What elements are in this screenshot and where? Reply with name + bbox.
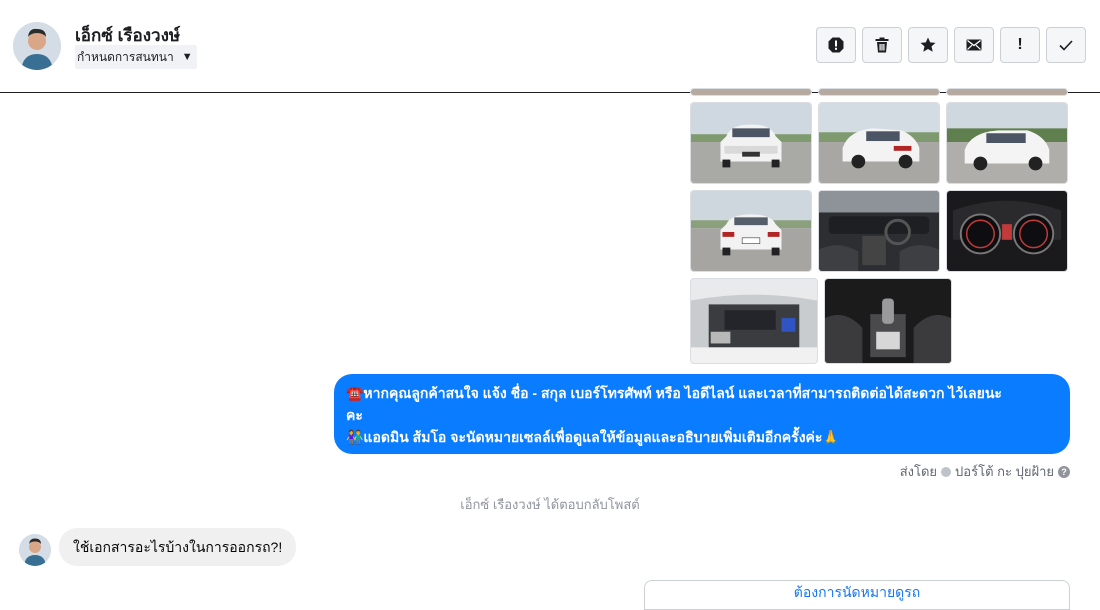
trash-icon [875, 37, 889, 53]
status-dot-icon [941, 466, 952, 477]
avatar[interactable] [13, 22, 61, 70]
caret-down-icon: ▼ [181, 51, 193, 63]
car-photo-front-three-quarter[interactable] [946, 102, 1068, 184]
car-photo-gear-shifter[interactable] [824, 278, 952, 364]
message-line: 👫แอดมิน ส้มโอ จะนัดหมายเซลล์เพื่อดูแลให้… [346, 429, 840, 445]
car-photo-engine[interactable] [690, 278, 818, 364]
car-photo-gauges[interactable] [946, 190, 1068, 272]
sender-name[interactable]: ปอร์โต้ กะ ปุยฝ้าย [955, 461, 1054, 482]
help-icon[interactable]: ? [1058, 465, 1070, 478]
car-photo-dashboard[interactable] [818, 190, 940, 272]
sent-by-info: ส่งโดย ปอร์โต้ กะ ปุยฝ้าย ? [900, 461, 1070, 482]
car-photo-rear[interactable] [690, 190, 812, 272]
message-line: ☎️หากคุณลูกค้าสนใจ แจ้ง ชื่อ - สกุล เบอร… [346, 385, 1002, 401]
conversation-actions: ! [816, 27, 1086, 63]
exclamation-icon: ! [1017, 36, 1023, 53]
report-spam-button[interactable] [816, 27, 856, 63]
avatar-image [13, 22, 61, 70]
envelope-icon [966, 39, 982, 51]
follow-up-button[interactable]: ! [1000, 27, 1040, 63]
quick-reply-label: ต้องการนัดหมายดูรถ [793, 584, 921, 600]
car-photo-rear-three-quarter[interactable] [818, 102, 940, 184]
message-line: คะ [346, 407, 363, 423]
star-icon [920, 37, 936, 52]
outgoing-message-bubble[interactable]: ☎️หากคุณลูกค้าสนใจ แจ้ง ชื่อ - สกุล เบอร… [334, 374, 1070, 454]
label-dropdown-text: กำหนดการสนทนา [77, 49, 174, 64]
incoming-message-bubble[interactable]: ใช้เอกสารอะไรบ้างในการออกรถ?! [59, 528, 297, 566]
system-note: เอ็กซ์ เรืองวงษ์ ได้ตอบกลับโพสต์ [460, 497, 640, 512]
car-photo-front[interactable] [690, 102, 812, 184]
quick-reply-card[interactable]: ต้องการนัดหมายดูรถ [644, 580, 1070, 610]
sent-by-prefix: ส่งโดย [899, 464, 938, 479]
car-photo-partial[interactable] [946, 88, 1068, 96]
conversation-label-dropdown[interactable]: กำหนดการสนทนา ▼ [75, 45, 197, 69]
car-photo-partial[interactable] [690, 88, 812, 96]
avatar-image [19, 534, 51, 566]
mark-done-button[interactable] [1046, 27, 1086, 63]
avatar[interactable] [19, 534, 51, 566]
mark-unread-button[interactable] [954, 27, 994, 63]
delete-button[interactable] [862, 27, 902, 63]
check-icon [1059, 40, 1073, 51]
exclamation-circle-icon [828, 37, 844, 53]
conversation-header: เอ็กซ์ เรืองวงษ์ กำหนดการสนทนา ▼ ! [0, 0, 1100, 93]
star-button[interactable] [908, 27, 948, 63]
car-photo-partial[interactable] [818, 88, 940, 96]
